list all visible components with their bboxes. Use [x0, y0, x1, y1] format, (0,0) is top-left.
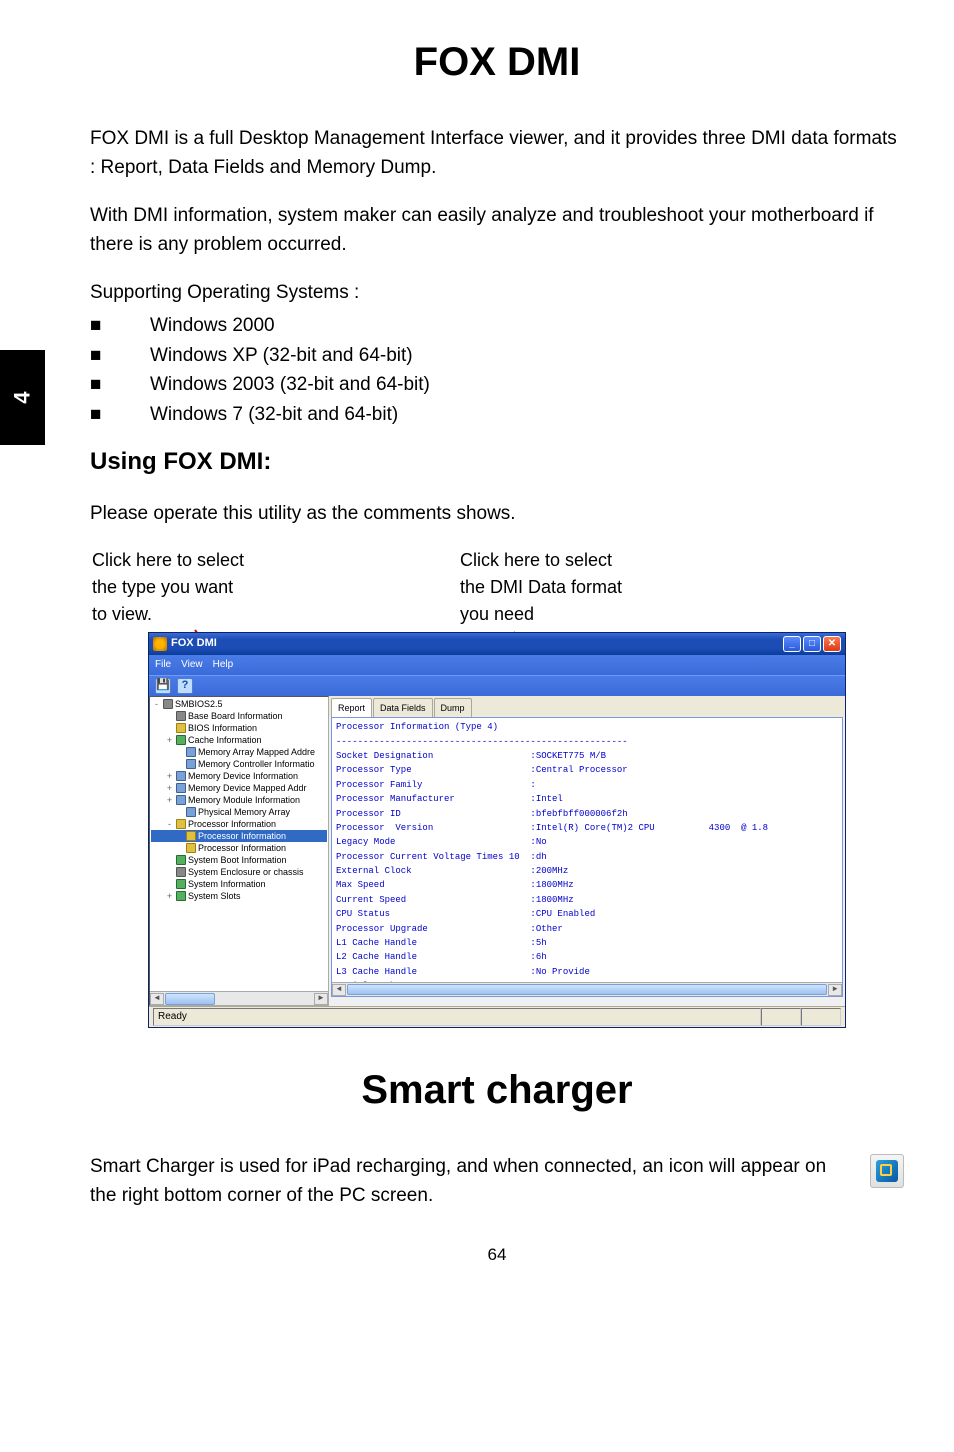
tree-item[interactable]: +Memory Device Mapped Addr — [151, 782, 327, 794]
tree-item[interactable]: -Processor Information — [151, 818, 327, 830]
page-number: 64 — [90, 1241, 904, 1268]
toolbar: 💾 ? — [149, 675, 845, 696]
tab-report[interactable]: Report — [331, 698, 372, 717]
tab-data-fields[interactable]: Data Fields — [373, 698, 433, 717]
callouts: Click here to select the type you want t… — [90, 547, 904, 628]
window-titlebar[interactable]: FOX DMI _ □ ✕ — [149, 633, 845, 655]
tree-item[interactable]: Base Board Information — [151, 710, 327, 722]
heading-smart-charger: Smart charger — [90, 1058, 904, 1122]
callout-tabs: Click here to select the DMI Data format… — [430, 547, 904, 628]
menu-file[interactable]: File — [155, 657, 171, 673]
tree-panel[interactable]: -SMBIOS2.5 Base Board InformationBIOS In… — [149, 696, 329, 1006]
status-text: Ready — [153, 1008, 761, 1026]
operate-text: Please operate this utility as the comme… — [90, 499, 904, 528]
tree-item[interactable]: +Cache Information — [151, 734, 327, 746]
app-icon — [153, 637, 167, 651]
tree-item[interactable]: Physical Memory Array — [151, 806, 327, 818]
menu-view[interactable]: View — [181, 657, 203, 673]
fox-dmi-intro-2: With DMI information, system maker can e… — [90, 201, 904, 260]
tree-item[interactable]: BIOS Information — [151, 722, 327, 734]
minimize-button[interactable]: _ — [783, 636, 801, 652]
callout-tree: Click here to select the type you want t… — [90, 547, 430, 628]
chapter-tab: 4 — [0, 350, 45, 445]
tree-item[interactable]: Processor Information — [151, 842, 327, 854]
tree-item[interactable]: Memory Array Mapped Addre — [151, 746, 327, 758]
help-icon[interactable]: ? — [177, 678, 193, 694]
using-heading: Using FOX DMI: — [90, 443, 904, 481]
save-icon[interactable]: 💾 — [155, 678, 171, 694]
window-title: FOX DMI — [171, 635, 783, 653]
menu-help[interactable]: Help — [213, 657, 234, 673]
tab-dump[interactable]: Dump — [434, 698, 472, 717]
status-bar: Ready — [149, 1006, 845, 1027]
close-button[interactable]: ✕ — [823, 636, 841, 652]
tree-item[interactable]: +Memory Module Information — [151, 794, 327, 806]
tree-root[interactable]: -SMBIOS2.5 — [151, 698, 327, 710]
heading-fox-dmi: FOX DMI — [90, 30, 904, 94]
smart-charger-text: Smart Charger is used for iPad rechargin… — [90, 1152, 850, 1211]
tree-item[interactable]: +System Slots — [151, 890, 327, 902]
tree-item[interactable]: System Enclosure or chassis — [151, 866, 327, 878]
os-heading: Supporting Operating Systems : — [90, 278, 904, 307]
tree-item[interactable]: Processor Information — [151, 830, 327, 842]
report-content[interactable]: Processor Information (Type 4) ---------… — [331, 717, 843, 997]
fox-dmi-intro-1: FOX DMI is a full Desktop Management Int… — [90, 124, 904, 183]
smart-charger-icon — [870, 1154, 904, 1188]
fox-dmi-screenshot: FOX DMI _ □ ✕ File View Help 💾 ? -SMBIOS… — [148, 632, 846, 1028]
tree-item[interactable]: Memory Controller Informatio — [151, 758, 327, 770]
dmi-format-tabs: Report Data Fields Dump — [329, 696, 845, 717]
tree-item[interactable]: System Information — [151, 878, 327, 890]
tree-scrollbar[interactable]: ◄► — [150, 991, 328, 1005]
tree-item[interactable]: +Memory Device Information — [151, 770, 327, 782]
maximize-button[interactable]: □ — [803, 636, 821, 652]
os-list: ■Windows 2000 ■Windows XP (32-bit and 64… — [90, 311, 904, 429]
menu-bar[interactable]: File View Help — [149, 655, 845, 675]
report-scrollbar[interactable]: ◄► — [332, 982, 842, 996]
tree-item[interactable]: System Boot Information — [151, 854, 327, 866]
